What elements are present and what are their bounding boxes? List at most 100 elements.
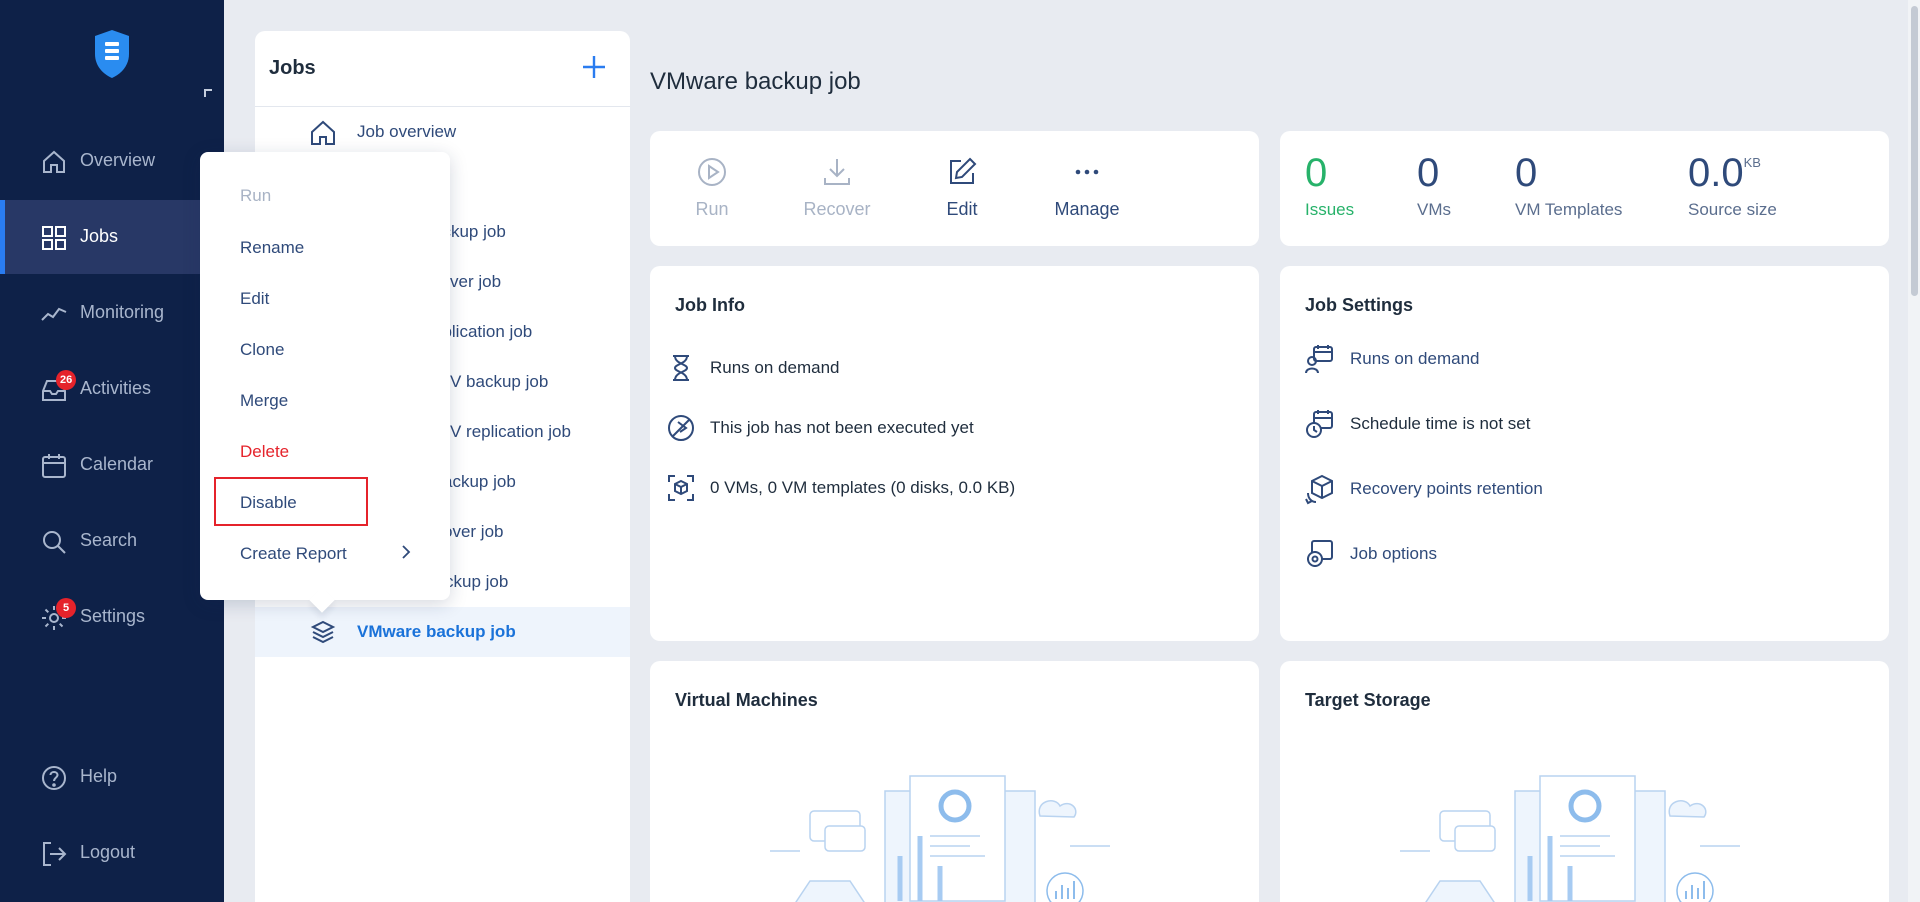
source-size-stat: 0.0KB Source size — [1688, 151, 1777, 220]
sidebar-item-label: Monitoring — [80, 302, 165, 322]
settings-retention-link[interactable]: Recovery points retention — [1304, 473, 1543, 505]
grid-icon — [42, 226, 66, 250]
action-label: Run — [695, 199, 729, 219]
add-job-button[interactable] — [580, 53, 608, 81]
settings-text: Schedule time is not set — [1350, 414, 1531, 433]
job-label: Job overview — [357, 122, 457, 141]
job-label: VMware backup job — [357, 622, 516, 641]
job-context-menu: Run Rename Edit Clone Merge Delete Disab… — [200, 152, 450, 600]
play-circle-icon — [698, 158, 726, 186]
sidebar-item-help[interactable]: Help — [0, 740, 224, 814]
calendar-clock-icon — [1306, 410, 1333, 438]
job-info-card: Job Info Runs on demand This job has not… — [650, 266, 1259, 641]
chart-line-icon — [41, 307, 67, 321]
job-label: V replication job — [450, 422, 571, 441]
menu-item-run[interactable]: Run — [240, 186, 271, 206]
sidebar-item-overview[interactable]: Overview — [0, 124, 224, 198]
issues-count: 0 — [1305, 151, 1328, 195]
app-logo-icon — [95, 30, 129, 78]
source-size-value: 0.0 — [1688, 151, 1744, 195]
page-scrollbar[interactable] — [1908, 0, 1920, 902]
empty-state-illustration-icon — [1400, 775, 1740, 902]
sidebar-item-label: Logout — [80, 842, 136, 862]
hourglass-icon — [673, 355, 689, 381]
vms-label: VMs — [1417, 200, 1451, 219]
recovery-cube-icon — [1305, 474, 1333, 505]
sidebar-item-label: Help — [80, 766, 118, 786]
menu-item-rename[interactable]: Rename — [240, 238, 304, 258]
action-label: Manage — [1054, 199, 1120, 219]
help-icon — [42, 766, 66, 790]
settings-schedule-link[interactable]: Runs on demand — [1304, 343, 1479, 375]
logout-icon — [43, 842, 67, 866]
sidebar-item-label: Activities — [80, 378, 152, 398]
menu-item-create-report[interactable]: Create Report — [240, 544, 347, 564]
settings-link-text: Job options — [1350, 544, 1437, 563]
menu-item-edit[interactable]: Edit — [240, 289, 269, 309]
vm-templates-stat: 0 VM Templates — [1515, 151, 1622, 220]
vm-templates-label: VM Templates — [1515, 200, 1623, 219]
menu-item-disable[interactable]: Disable — [240, 493, 297, 513]
sidebar-item-label: Calendar — [80, 454, 154, 474]
activities-badge: 26 — [56, 370, 77, 390]
home-icon — [43, 150, 65, 173]
sidebar-item-jobs[interactable]: Jobs — [0, 200, 224, 274]
virtual-machines-card: Virtual Machines — [650, 661, 1259, 902]
menu-item-clone[interactable]: Clone — [240, 340, 284, 360]
info-vm-summary: 0 VMs, 0 VM templates (0 disks, 0.0 KB) — [666, 473, 1015, 503]
chevron-right-icon — [402, 545, 411, 559]
scrollbar-thumb[interactable] — [1911, 6, 1918, 296]
empty-state-illustration-icon — [770, 775, 1110, 902]
info-last-run: This job has not been executed yet — [666, 413, 974, 443]
source-size-label: Source size — [1688, 200, 1777, 219]
jobs-panel-title: Jobs — [269, 57, 316, 79]
job-label: V backup job — [450, 372, 549, 391]
user-schedule-icon — [1305, 345, 1333, 374]
issues-stat[interactable]: 0 Issues — [1305, 151, 1354, 220]
settings-schedule-time: Schedule time is not set — [1304, 408, 1530, 440]
source-size-unit: KB — [1743, 155, 1761, 170]
menu-item-merge[interactable]: Merge — [240, 391, 288, 411]
job-list-item-selected[interactable]: VMware backup job — [255, 607, 630, 657]
layers-icon — [310, 620, 336, 644]
job-label: ckup job — [445, 572, 509, 591]
target-storage-card: Target Storage — [1280, 661, 1889, 902]
recover-button[interactable]: Recover — [787, 155, 887, 220]
settings-badge: 5 — [56, 598, 76, 618]
home-icon — [311, 120, 335, 145]
vms-stat: 0 VMs — [1417, 151, 1451, 220]
job-overview-item[interactable]: Job overview — [255, 107, 630, 157]
job-label: ackup job — [443, 472, 516, 491]
not-executed-icon — [668, 415, 694, 441]
run-button[interactable]: Run — [662, 155, 762, 220]
more-icon — [1075, 169, 1099, 175]
target-storage-title: Target Storage — [1305, 690, 1431, 710]
info-text: This job has not been executed yet — [710, 418, 974, 437]
job-label: over job — [443, 522, 504, 541]
sidebar: Overview Jobs Monitoring 26 Activities C… — [0, 0, 224, 902]
download-icon — [824, 159, 850, 185]
manage-button[interactable]: Manage — [1037, 155, 1137, 220]
sidebar-item-search[interactable]: Search — [0, 504, 224, 578]
vm-templates-count: 0 — [1515, 151, 1538, 195]
info-text: 0 VMs, 0 VM templates (0 disks, 0.0 KB) — [710, 478, 1016, 497]
collapse-sidebar-icon[interactable] — [204, 89, 212, 97]
edit-button[interactable]: Edit — [912, 155, 1012, 220]
sidebar-item-settings[interactable]: 5 Settings — [0, 580, 224, 654]
info-text: Runs on demand — [710, 358, 840, 377]
sidebar-item-label: Jobs — [80, 226, 119, 246]
options-gear-icon — [1307, 540, 1333, 567]
actions-card: Run Recover Edit Manage — [650, 131, 1259, 246]
sidebar-item-label: Search — [80, 530, 138, 550]
sidebar-item-calendar[interactable]: Calendar — [0, 428, 224, 502]
virtual-machines-title: Virtual Machines — [675, 690, 818, 710]
sidebar-item-activities[interactable]: 26 Activities — [0, 352, 224, 426]
action-label: Recover — [803, 199, 871, 219]
sidebar-item-logout[interactable]: Logout — [0, 816, 224, 890]
menu-item-delete[interactable]: Delete — [240, 442, 289, 462]
settings-job-options-link[interactable]: Job options — [1304, 538, 1437, 570]
stats-card: 0 Issues 0 VMs 0 VM Templates 0.0KB Sour… — [1280, 131, 1889, 246]
sidebar-item-monitoring[interactable]: Monitoring — [0, 276, 224, 350]
sidebar-item-label: Settings — [80, 606, 146, 626]
job-settings-card: Job Settings Runs on demand Schedule tim… — [1280, 266, 1889, 641]
